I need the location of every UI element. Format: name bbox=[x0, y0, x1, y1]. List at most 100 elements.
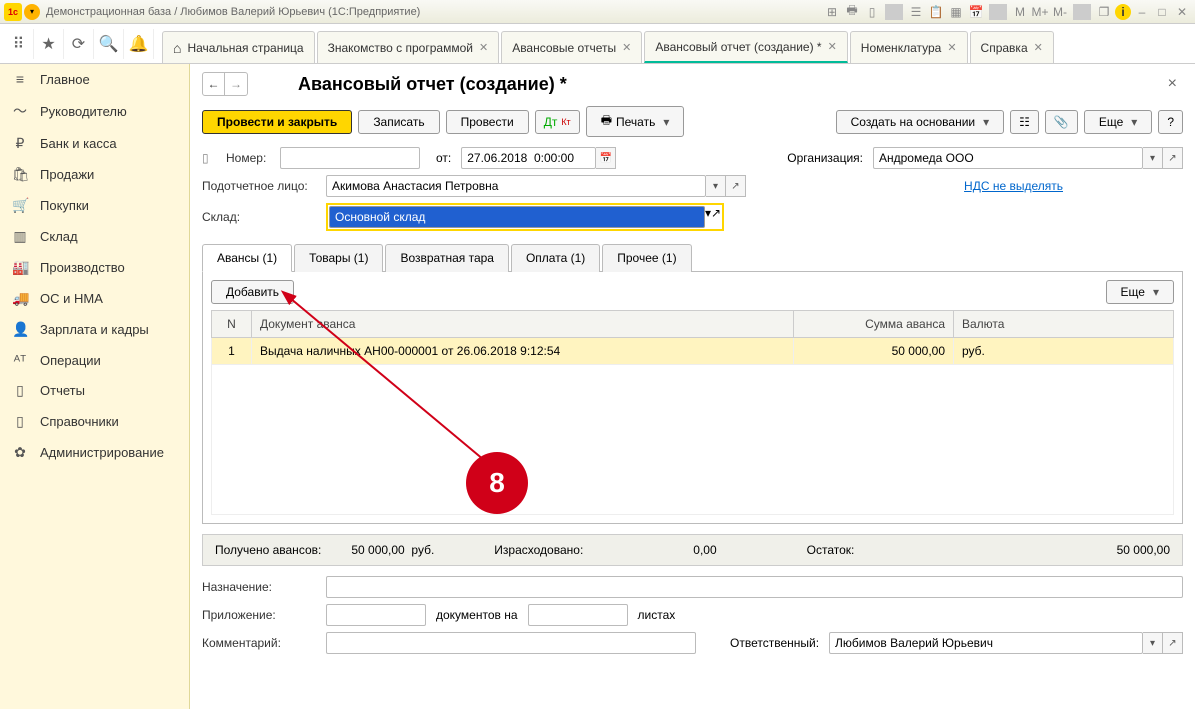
grid-icon[interactable]: ▦ bbox=[947, 4, 965, 20]
sidebar-item-operations[interactable]: ᴬᵀОперации bbox=[0, 345, 189, 375]
doc-icon[interactable]: ▯ bbox=[863, 4, 881, 20]
tab-home[interactable]: ⌂Начальная страница bbox=[162, 31, 315, 63]
dropdown-icon[interactable]: ▾ bbox=[1143, 147, 1163, 169]
sidebar-item-warehouse[interactable]: ▥Склад bbox=[0, 221, 189, 252]
calendar-icon[interactable]: 📅 bbox=[596, 147, 616, 169]
open-icon[interactable]: ↗ bbox=[711, 206, 721, 228]
sidebar-item-sales[interactable]: 🛍Продажи bbox=[0, 159, 189, 190]
sidebar-item-production[interactable]: 🏭Производство bbox=[0, 252, 189, 283]
close-window-icon[interactable]: ✕ bbox=[1173, 4, 1191, 20]
m-plus-icon[interactable]: M+ bbox=[1031, 4, 1049, 20]
tab-reports[interactable]: Авансовые отчеты ✕ bbox=[501, 31, 642, 63]
doc-tab-advances[interactable]: Авансы (1) bbox=[202, 244, 292, 272]
cell-sum: 50 000,00 bbox=[794, 338, 954, 365]
post-and-close-button[interactable]: Провести и закрыть bbox=[202, 110, 352, 134]
create-based-button[interactable]: Создать на основании bbox=[836, 110, 1005, 134]
tab-nomenclature[interactable]: Номенклатура✕ bbox=[850, 31, 968, 63]
doc-tab-returnable[interactable]: Возвратная тара bbox=[385, 244, 509, 272]
m-minus-icon[interactable]: M- bbox=[1051, 4, 1069, 20]
date-input[interactable] bbox=[461, 147, 596, 169]
app-menu-dropdown-icon[interactable]: ▾ bbox=[24, 4, 40, 20]
more-button[interactable]: Еще bbox=[1084, 110, 1152, 134]
tab-report-create[interactable]: Авансовый отчет (создание) *✕ bbox=[644, 31, 847, 63]
sidebar-item-label: Производство bbox=[40, 260, 125, 275]
maximize-icon[interactable]: □ bbox=[1153, 4, 1171, 20]
number-input[interactable] bbox=[280, 147, 420, 169]
warehouse-input[interactable] bbox=[329, 206, 705, 228]
m-icon[interactable]: M bbox=[1011, 4, 1029, 20]
save-button[interactable]: Записать bbox=[358, 110, 439, 134]
col-currency[interactable]: Валюта bbox=[954, 311, 1174, 338]
sidebar-item-admin[interactable]: ✿Администрирование bbox=[0, 437, 189, 468]
cart-icon: 🛒 bbox=[12, 197, 28, 214]
table-more-button[interactable]: Еще bbox=[1106, 280, 1174, 304]
dkt-button[interactable]: ДтКт bbox=[535, 110, 580, 134]
bell-icon[interactable]: 🔔 bbox=[124, 29, 154, 59]
close-icon[interactable]: ✕ bbox=[622, 41, 631, 54]
rest-value: 50 000,00 bbox=[1117, 543, 1170, 557]
chart-icon: 〜 bbox=[12, 101, 28, 121]
attach-sheets-input[interactable] bbox=[528, 604, 628, 626]
calc-icon[interactable]: ⊞ bbox=[823, 4, 841, 20]
open-icon[interactable]: ↗ bbox=[726, 175, 746, 197]
sidebar-item-bank[interactable]: ₽ Банк и касса bbox=[0, 128, 189, 159]
compare-icon[interactable]: ☰ bbox=[907, 4, 925, 20]
back-icon[interactable]: ← bbox=[203, 73, 225, 95]
minimize-icon[interactable]: – bbox=[1133, 4, 1151, 20]
main-toolbar: ⠿ ★ ⟳ 🔍 🔔 ⌂Начальная страница Знакомство… bbox=[0, 24, 1195, 64]
dropdown-icon[interactable]: ▾ bbox=[706, 175, 726, 197]
doc-tab-goods[interactable]: Товары (1) bbox=[294, 244, 383, 272]
responsible-input[interactable] bbox=[829, 632, 1143, 654]
close-icon[interactable]: ✕ bbox=[1034, 41, 1043, 54]
help-button[interactable]: ? bbox=[1158, 110, 1183, 134]
ruble-icon: ₽ bbox=[12, 135, 28, 152]
sidebar-item-purchases[interactable]: 🛒Покупки bbox=[0, 190, 189, 221]
vat-link[interactable]: НДС не выделять bbox=[964, 179, 1063, 193]
windows-icon[interactable]: ❐ bbox=[1095, 4, 1113, 20]
menu-icon: ≡ bbox=[12, 71, 28, 87]
sidebar-item-main[interactable]: ≡Главное bbox=[0, 64, 189, 94]
close-icon[interactable]: ✕ bbox=[828, 40, 837, 53]
attach-button[interactable]: 📎 bbox=[1045, 110, 1078, 134]
print-button[interactable]: 🖶Печать bbox=[586, 106, 685, 137]
sidebar-item-assets[interactable]: 🚚ОС и НМА bbox=[0, 283, 189, 314]
tab-reports-label: Авансовые отчеты bbox=[512, 41, 616, 55]
dropdown-icon[interactable]: ▾ bbox=[1143, 632, 1163, 654]
tab-help[interactable]: Справка✕ bbox=[970, 31, 1054, 63]
open-icon[interactable]: ↗ bbox=[1163, 632, 1183, 654]
doc-tab-payment[interactable]: Оплата (1) bbox=[511, 244, 600, 272]
apps-icon[interactable]: ⠿ bbox=[4, 29, 34, 59]
close-icon[interactable]: ✕ bbox=[479, 41, 488, 54]
search-icon[interactable]: 🔍 bbox=[94, 29, 124, 59]
purpose-input[interactable] bbox=[326, 576, 1183, 598]
history-icon[interactable]: ⟳ bbox=[64, 29, 94, 59]
cell-n: 1 bbox=[212, 338, 252, 365]
col-sum[interactable]: Сумма аванса bbox=[794, 311, 954, 338]
structure-button[interactable]: ☷ bbox=[1010, 110, 1039, 134]
print-icon[interactable]: 🖶 bbox=[843, 4, 861, 20]
sidebar-item-catalogs[interactable]: ▯Справочники bbox=[0, 406, 189, 437]
org-input[interactable] bbox=[873, 147, 1143, 169]
dkt-icon: ᴬᵀ bbox=[12, 352, 28, 368]
forward-icon[interactable]: → bbox=[225, 73, 247, 95]
comment-input[interactable] bbox=[326, 632, 696, 654]
dkt-icon: Дт bbox=[544, 115, 558, 129]
open-icon[interactable]: ↗ bbox=[1163, 147, 1183, 169]
page-icon: ▯ bbox=[202, 151, 222, 165]
col-n[interactable]: N bbox=[212, 311, 252, 338]
calendar-icon[interactable]: 📅 bbox=[967, 4, 985, 20]
tab-intro[interactable]: Знакомство с программой✕ bbox=[317, 31, 500, 63]
sidebar-item-reports[interactable]: ▯Отчеты bbox=[0, 375, 189, 406]
clipboard-icon[interactable]: 📋 bbox=[927, 4, 945, 20]
star-icon[interactable]: ★ bbox=[34, 29, 64, 59]
close-icon[interactable]: ✕ bbox=[947, 41, 956, 54]
post-button[interactable]: Провести bbox=[446, 110, 529, 134]
doc-tab-other[interactable]: Прочее (1) bbox=[602, 244, 691, 272]
sidebar-item-label: Банк и касса bbox=[40, 136, 117, 151]
attach-docs-input[interactable] bbox=[326, 604, 426, 626]
sidebar-item-manager[interactable]: 〜Руководителю bbox=[0, 94, 189, 128]
close-page-icon[interactable]: × bbox=[1162, 73, 1183, 95]
info-icon[interactable]: i bbox=[1115, 4, 1131, 20]
person-input[interactable] bbox=[326, 175, 706, 197]
sidebar-item-salary[interactable]: 👤Зарплата и кадры bbox=[0, 314, 189, 345]
